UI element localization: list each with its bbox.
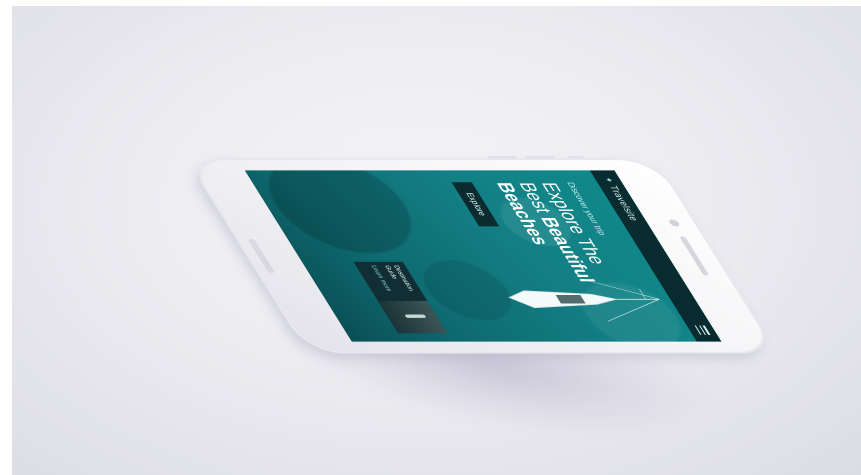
phone-mockup: ✦ Travelsite Discover your trip Explore … — [185, 155, 779, 354]
volume-up-button — [524, 155, 556, 159]
mockup-background: ✦ Travelsite Discover your trip Explore … — [0, 0, 861, 475]
phone-body: ✦ Travelsite Discover your trip Explore … — [185, 155, 779, 354]
person-silhouette — [404, 314, 427, 318]
phone-screen: ✦ Travelsite Discover your trip Explore … — [244, 170, 722, 342]
volume-down-button — [486, 155, 518, 159]
lightning-port — [247, 239, 276, 273]
hamburger-menu-icon[interactable] — [694, 325, 711, 335]
compass-icon: ✦ — [602, 177, 617, 184]
earpiece-speaker — [679, 236, 710, 276]
front-camera — [667, 219, 681, 227]
mute-switch — [567, 155, 585, 159]
